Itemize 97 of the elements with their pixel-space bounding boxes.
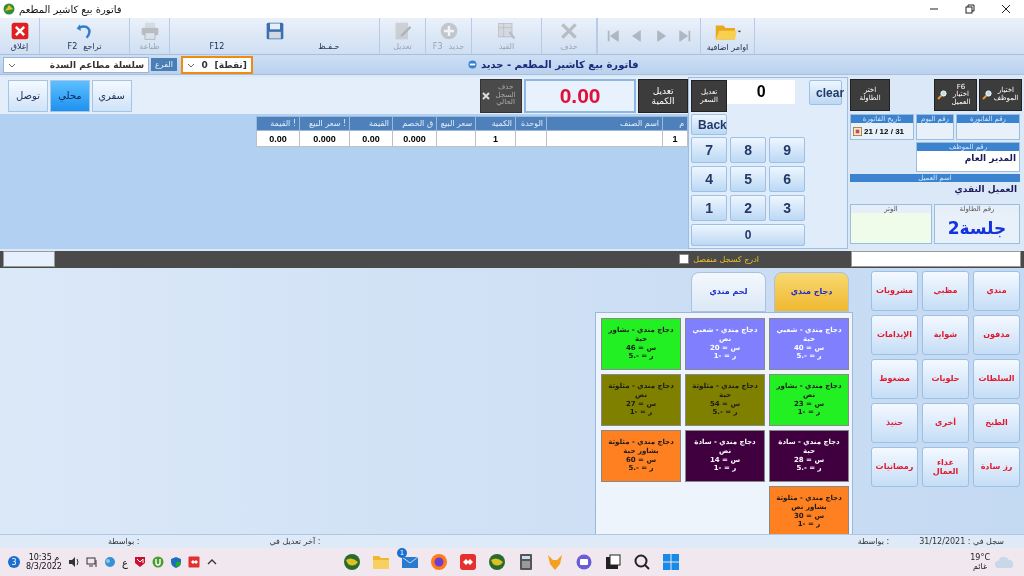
created-label: سجل في : 31/12/2021: [919, 537, 1004, 547]
printer-icon: [139, 21, 160, 42]
product-tab[interactable]: دجاج مندي: [774, 271, 849, 312]
order-type-button[interactable]: محلي: [50, 79, 90, 112]
speaker-icon[interactable]: [67, 556, 80, 569]
category-button[interactable]: رز سادة: [973, 446, 1020, 487]
separate-record-checkbox[interactable]: ادرج كسجل منفصل: [679, 254, 759, 265]
day-number-field[interactable]: [917, 123, 953, 140]
note-field[interactable]: [851, 213, 931, 244]
category-button[interactable]: مندي: [973, 270, 1020, 311]
column-header: الوحدة: [515, 116, 547, 131]
column-header: ق الخصم: [392, 116, 437, 131]
keypad-display: 0: [727, 80, 796, 105]
form-title: فاتورة بيع كاشير المطعم - جديد: [480, 59, 639, 71]
number-key[interactable]: 6: [769, 166, 806, 193]
torrent-icon[interactable]: [151, 556, 164, 569]
number-key[interactable]: 7: [691, 137, 728, 164]
network-icon[interactable]: [85, 556, 98, 569]
number-key[interactable]: 2: [730, 195, 767, 222]
app-icon: [3, 3, 15, 15]
antivirus-icon[interactable]: [133, 556, 146, 569]
table-number-field[interactable]: جلسة2: [935, 213, 1019, 244]
category-button[interactable]: مضغوط: [871, 358, 918, 399]
category-button[interactable]: غداء العمال: [922, 446, 969, 487]
search-icon: [982, 90, 992, 101]
column-header: القيمة: [349, 116, 393, 131]
calendar-icon: [853, 126, 862, 136]
number-key[interactable]: 4: [691, 166, 728, 193]
delete-icon: [559, 21, 579, 42]
modified-label: آخر تعديل في :: [269, 537, 321, 547]
notification-badge[interactable]: 3: [8, 556, 20, 569]
remote-desktop-icon[interactable]: [187, 556, 200, 569]
category-button[interactable]: مدفون: [973, 314, 1020, 355]
weather-condition[interactable]: غائم: [973, 562, 988, 572]
created-by-label: بواسطة :: [857, 537, 890, 547]
previous-icon: [629, 29, 643, 44]
clear-button[interactable]: clear: [809, 80, 843, 106]
column-header: م: [662, 116, 688, 131]
ledger-icon: [496, 21, 517, 42]
date-field[interactable]: 31 / 12 / 21: [851, 123, 913, 140]
category-button[interactable]: السلطات: [973, 358, 1020, 399]
shield-icon[interactable]: [169, 556, 182, 569]
invoice-number-field[interactable]: [957, 123, 1019, 140]
temperature[interactable]: 19°C: [970, 553, 990, 563]
last-icon: [678, 29, 692, 44]
number-key[interactable]: 0: [691, 224, 806, 247]
globe-app-icon[interactable]: [342, 552, 362, 573]
category-button[interactable]: حنيذ: [871, 402, 918, 443]
close-icon: [1001, 4, 1011, 14]
column-header: الكمية: [475, 116, 516, 131]
column-header: اسم الصنف: [546, 116, 663, 131]
order-type-button[interactable]: توصل: [8, 79, 48, 112]
browser-app-icon[interactable]: [429, 552, 449, 573]
input-field[interactable]: [3, 251, 55, 268]
first-icon: [606, 29, 620, 44]
column-header: سعر البيع: [436, 116, 476, 131]
number-key[interactable]: 1: [691, 195, 728, 222]
next-icon: [655, 29, 669, 44]
toolbar-button[interactable]: اوامر اضافية: [701, 18, 755, 55]
document-icon: [467, 60, 477, 70]
search-icon: [937, 90, 947, 101]
category-button[interactable]: مظبي: [922, 270, 969, 311]
number-key[interactable]: 3: [769, 195, 806, 222]
globe-icon[interactable]: [103, 556, 116, 569]
branch-dropdown[interactable]: سلسلة مطاعم السدة: [3, 56, 149, 73]
number-key[interactable]: 9: [769, 137, 806, 164]
input-field[interactable]: [851, 251, 1021, 268]
language-indicator[interactable]: ع: [121, 556, 128, 568]
toolbar-button[interactable]: إغلاق: [0, 18, 40, 55]
globe-app-icon[interactable]: [487, 552, 507, 573]
category-button[interactable]: مشروبات: [871, 270, 918, 311]
product-tab[interactable]: لحم مندي: [691, 271, 766, 312]
remote-desktop-app-icon[interactable]: [458, 552, 478, 573]
category-button[interactable]: رمضانيات: [871, 446, 918, 487]
restore-icon: [965, 4, 975, 14]
start-icon[interactable]: [661, 552, 681, 573]
column-header: ! سعر البيع: [299, 116, 350, 131]
customer-field[interactable]: العميل النقدي: [850, 182, 1020, 203]
modified-by-label: بواسطة :: [108, 537, 140, 547]
back-button[interactable]: Back: [691, 114, 728, 136]
plus-icon: [438, 21, 459, 42]
edit-quantity-button[interactable]: تعديل الكمية: [638, 78, 689, 113]
delete-icon: [482, 91, 491, 100]
category-button[interactable]: شواية: [922, 314, 969, 355]
column-header: ! القيمة: [256, 116, 300, 131]
order-type-button[interactable]: سفري: [92, 79, 132, 112]
category-button[interactable]: الإيدامات: [871, 314, 918, 355]
branch-label: الفرع: [151, 58, 177, 72]
close-icon: [9, 21, 30, 42]
amount-display: 0.00: [524, 78, 637, 113]
number-key[interactable]: 5: [730, 166, 767, 193]
category-button[interactable]: أخرى: [922, 402, 969, 443]
category-button[interactable]: حلويات: [922, 358, 969, 399]
window-title: فاتورة بيع كاشير المطعم: [19, 3, 122, 15]
category-button[interactable]: الطبخ: [973, 402, 1020, 443]
number-key[interactable]: 8: [730, 137, 767, 164]
employee-field[interactable]: المدير العام: [917, 151, 1019, 172]
